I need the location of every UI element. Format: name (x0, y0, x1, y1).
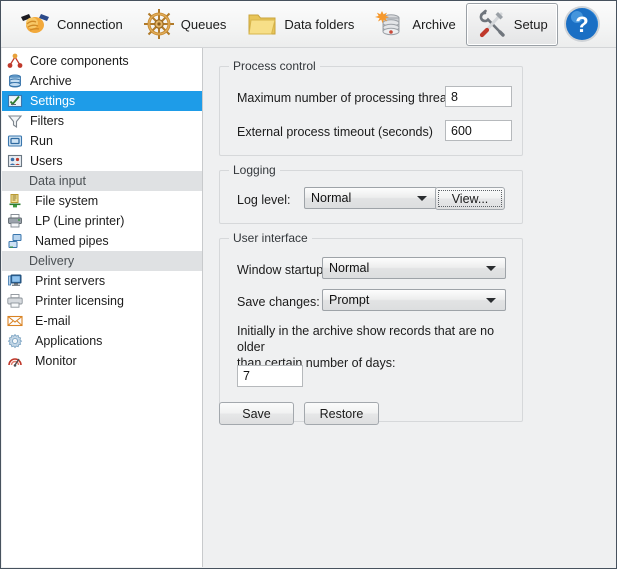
window-startup-select[interactable]: Normal (322, 257, 506, 279)
toolbar-button-data-folders[interactable]: Data folders (236, 3, 364, 46)
named-pipes-icon (8, 234, 22, 248)
line-printer-icon (8, 214, 22, 228)
toolbar-button-setup[interactable]: Setup (465, 2, 558, 46)
max-threads-label: Maximum number of processing threads: (237, 91, 464, 105)
file-system-icon (9, 194, 21, 208)
chevron-down-icon (486, 265, 496, 271)
tools-icon (479, 9, 505, 38)
log-level-select[interactable]: Normal (304, 187, 437, 209)
sidebar-label: File system (35, 194, 99, 208)
sidebar-item-users[interactable]: Users (2, 151, 202, 171)
sidebar-group-label: Delivery (29, 254, 75, 268)
sidebar-label: E-mail (35, 314, 71, 328)
max-threads-input[interactable] (445, 86, 512, 107)
window-startup-value: Normal (329, 261, 370, 275)
archive-days-label: Initially in the archive show records th… (237, 323, 502, 371)
sidebar-item-run[interactable]: Run (2, 131, 202, 151)
save-changes-select[interactable]: Prompt (322, 289, 506, 311)
ships-wheel-icon (143, 9, 174, 39)
toolbar-button-connection[interactable]: Connection (9, 3, 133, 46)
sidebar-item-filters[interactable]: Filters (2, 111, 202, 131)
users-icon (7, 154, 23, 168)
user-interface-group: User interface Window startup: Normal Sa… (219, 231, 523, 422)
checklist-icon (7, 94, 23, 108)
settings-sidebar[interactable]: Core components Archive Settings Filters… (2, 48, 203, 567)
application-window: Connection Queues Data folders Archive S… (0, 0, 617, 569)
focus-ring (438, 190, 502, 207)
restore-button-label: Restore (319, 406, 364, 421)
restore-button[interactable]: Restore (304, 402, 379, 425)
sidebar-group-delivery: Delivery (2, 251, 202, 271)
sidebar-label: Printer licensing (35, 294, 124, 308)
svg-text:?: ? (575, 12, 588, 37)
sidebar-label: Named pipes (35, 234, 109, 248)
toolbar-label-connection: Connection (57, 16, 123, 32)
funnel-icon (7, 115, 23, 129)
sidebar-label: Users (30, 154, 63, 168)
help-icon[interactable]: ? (562, 4, 602, 44)
chevron-down-icon (417, 195, 427, 201)
sidebar-item-settings[interactable]: Settings (2, 91, 202, 111)
sidebar-label: Archive (30, 74, 72, 88)
sidebar-label: Run (30, 134, 53, 148)
logging-group: Logging Log level: Normal View... (219, 163, 523, 224)
run-icon (7, 135, 23, 147)
log-level-value: Normal (311, 191, 352, 205)
archive-days-label-line1: Initially in the archive show records th… (237, 324, 495, 354)
sidebar-label: Print servers (35, 274, 106, 288)
sidebar-label: Settings (30, 94, 76, 108)
sidebar-item-print-servers[interactable]: Print servers (2, 271, 202, 291)
external-timeout-input[interactable] (445, 120, 512, 141)
sidebar-item-applications[interactable]: Applications (2, 331, 202, 351)
sidebar-label: LP (Line printer) (35, 214, 125, 228)
toolbar-label-archive: Archive (412, 16, 456, 32)
envelope-icon (7, 315, 23, 327)
sidebar-group-data-input: Data input (2, 171, 202, 191)
sidebar-label: Monitor (35, 354, 77, 368)
sidebar-item-line-printer[interactable]: LP (Line printer) (2, 211, 202, 231)
sidebar-item-archive[interactable]: Archive (2, 71, 202, 91)
monitor-icon (8, 358, 22, 367)
save-button[interactable]: Save (219, 402, 294, 425)
toolbar-button-archive[interactable]: Archive (364, 3, 465, 46)
nodes-icon (7, 53, 23, 68)
sidebar-label: Core components (30, 54, 129, 68)
toolbar-button-queues[interactable]: Queues (133, 3, 237, 46)
process-control-title: Process control (229, 59, 320, 73)
sidebar-item-core-components[interactable]: Core components (2, 51, 202, 71)
sidebar-item-monitor[interactable]: Monitor (2, 351, 202, 371)
user-interface-title: User interface (229, 231, 312, 245)
toolbar-label-queues: Queues (180, 16, 227, 32)
view-log-button[interactable]: View... (435, 187, 505, 210)
printer-icon (7, 294, 23, 308)
handshake-icon (21, 14, 49, 33)
sidebar-item-email[interactable]: E-mail (2, 311, 202, 331)
main-toolbar: Connection Queues Data folders Archive S… (1, 1, 616, 48)
chevron-down-icon (486, 297, 496, 303)
save-button-label: Save (242, 406, 271, 421)
process-control-group: Process control Maximum number of proces… (219, 59, 523, 156)
database-icon (9, 74, 21, 88)
sidebar-item-printer-licensing[interactable]: Printer licensing (2, 291, 202, 311)
archive-days-input[interactable] (237, 365, 303, 387)
external-timeout-label: External process timeout (seconds) (237, 125, 433, 139)
sidebar-item-named-pipes[interactable]: Named pipes (2, 231, 202, 251)
settings-content-panel: Process control Maximum number of proces… (203, 48, 615, 567)
toolbar-label-data-folders: Data folders (284, 16, 355, 32)
save-changes-value: Prompt (329, 293, 370, 307)
sidebar-label: Applications (35, 334, 103, 348)
print-server-icon (8, 274, 22, 286)
gear-icon (7, 333, 23, 349)
folder-icon (248, 14, 276, 35)
database-icon (375, 11, 400, 36)
window-startup-label: Window startup: (237, 263, 327, 277)
sidebar-group-label: Data input (29, 174, 86, 188)
logging-title: Logging (229, 163, 280, 177)
sidebar-item-file-system[interactable]: File system (2, 191, 202, 211)
log-level-label: Log level: (237, 193, 291, 207)
save-changes-label: Save changes: (237, 295, 320, 309)
toolbar-label-setup: Setup (513, 16, 548, 32)
sidebar-label: Filters (30, 114, 65, 128)
